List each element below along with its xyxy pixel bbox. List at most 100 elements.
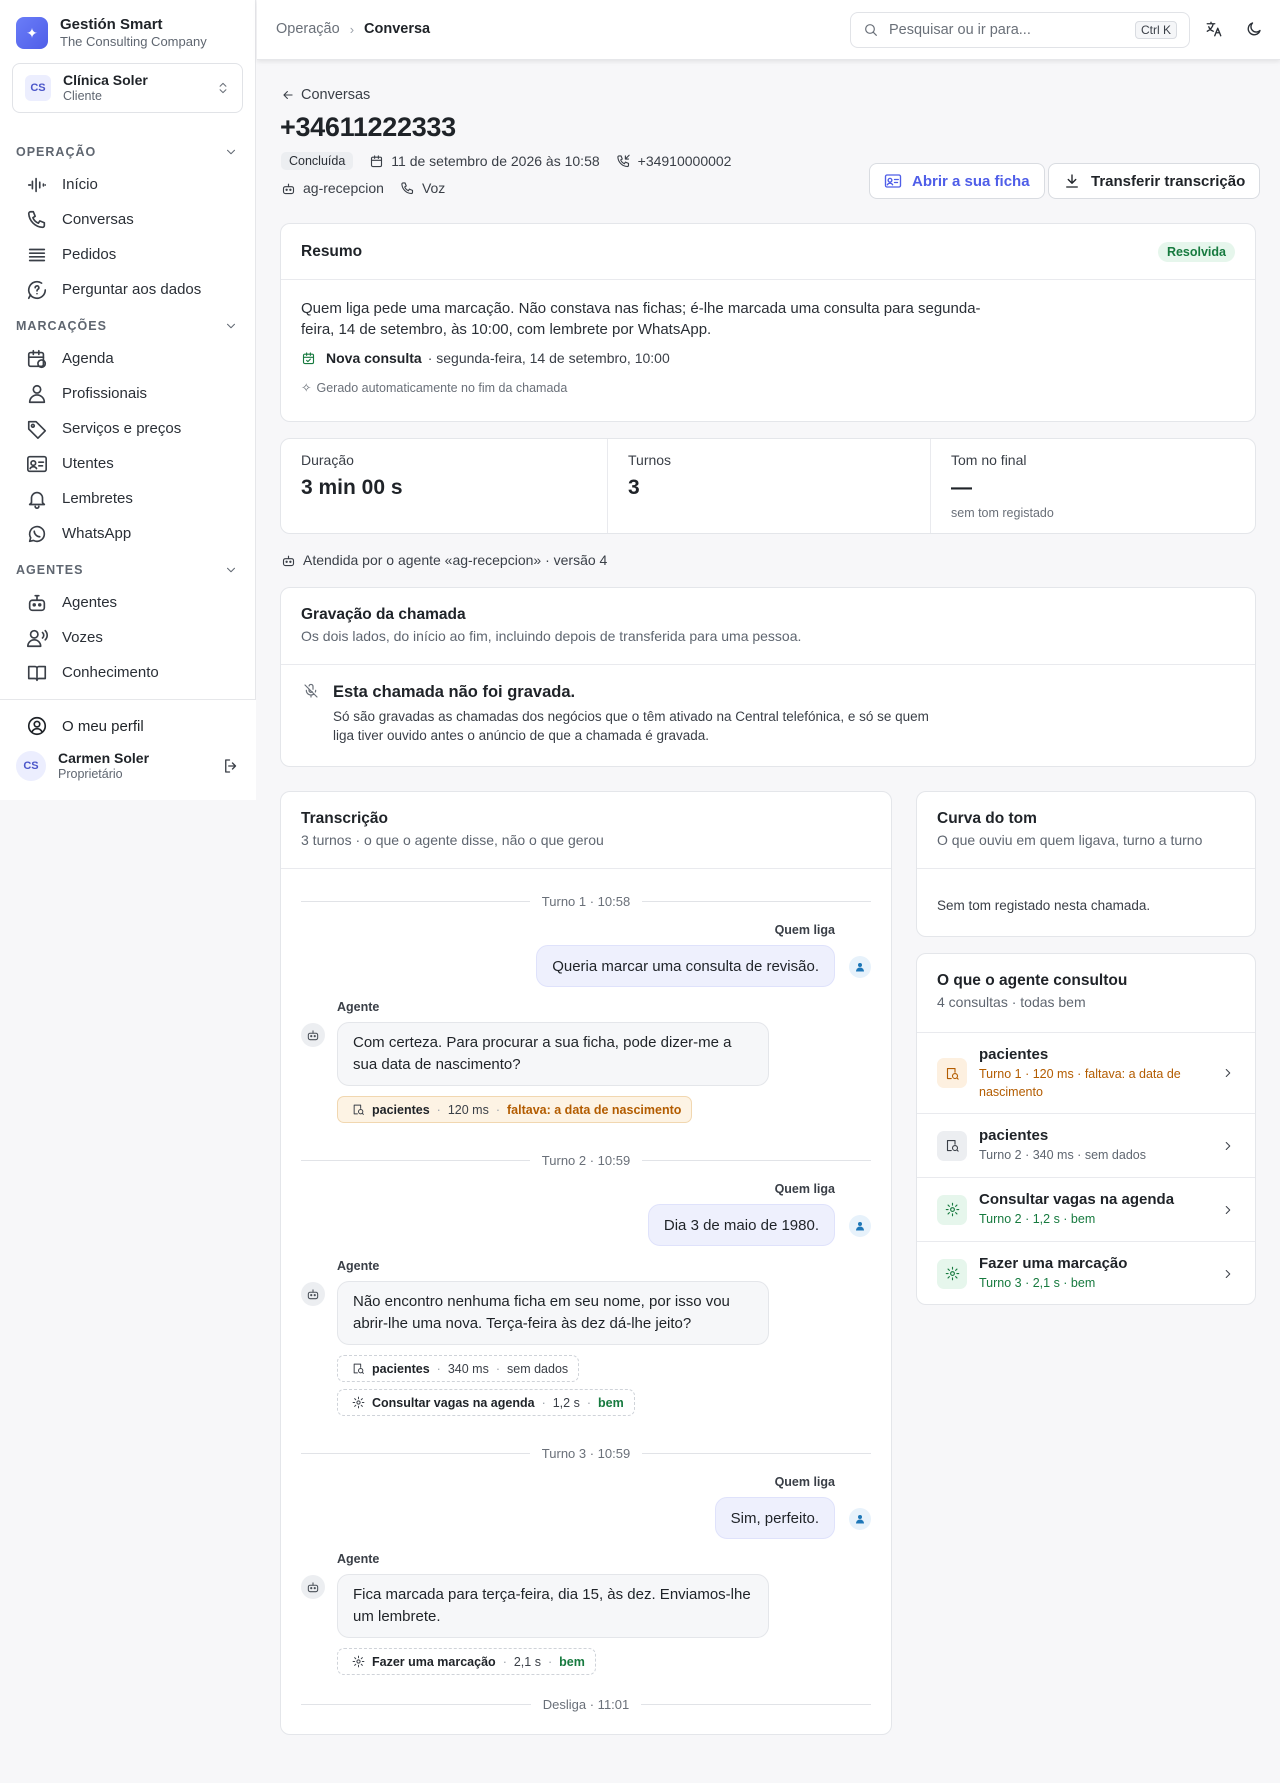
consult-item[interactable]: Fazer uma marcação Turno 3 · 2,1 s · bem	[917, 1241, 1255, 1304]
robot-icon	[282, 183, 295, 194]
consult-icon	[937, 1258, 967, 1289]
breadcrumb-operacao[interactable]: Operação	[276, 21, 340, 37]
recording-card: Gravação da chamada Os dois lados, do in…	[280, 587, 1256, 767]
new-appointment-detail: · segunda-feira, 14 de setembro, 10:00	[427, 350, 670, 366]
search-input[interactable]: Pesquisar ou ir para... Ctrl K	[850, 12, 1190, 48]
download-icon	[1066, 174, 1078, 188]
calendar-check-icon	[302, 351, 315, 364]
chevron-down-icon	[226, 149, 236, 155]
gear-icon	[945, 1266, 959, 1281]
back-label: Conversas	[301, 87, 371, 103]
consult-item[interactable]: pacientes Turno 1 · 120 ms · faltava: a …	[917, 1032, 1255, 1113]
theme-toggle-button[interactable]	[1245, 20, 1263, 38]
stat-duration: Duração 3 min 00 s	[281, 439, 608, 533]
search-record-icon	[946, 1067, 959, 1080]
agent-avatar	[301, 1575, 325, 1599]
tool-call[interactable]: pacientes · 340 ms · sem dados	[337, 1355, 580, 1382]
consults-header: O que o agente consultou 4 consultas · t…	[917, 954, 1255, 1032]
question-bubble-icon	[27, 280, 47, 299]
call-end-divider: Desliga · 11:01	[301, 1695, 872, 1713]
id-card-icon	[884, 174, 902, 188]
sidebar-item-servicos[interactable]: Serviços e preços	[0, 411, 256, 446]
sidebar-item-pedidos[interactable]: Pedidos	[0, 237, 256, 272]
tag-icon	[27, 420, 47, 439]
sidebar-item-agenda[interactable]: Agenda	[0, 341, 256, 376]
language-button[interactable]	[1205, 20, 1223, 38]
robot-icon	[307, 1582, 319, 1593]
agent-message: Com certeza. Para procurar a sua ficha, …	[337, 1022, 769, 1086]
section-operacao[interactable]: OPERAÇÃO	[0, 137, 256, 167]
consult-item[interactable]: Consultar vagas na agenda Turno 2 · 1,2 …	[917, 1177, 1255, 1241]
stat-sub: sem tom registado	[951, 506, 1054, 520]
topbar: Operação › Conversa Pesquisar ou ir para…	[257, 0, 1280, 60]
sidebar-item-lembretes[interactable]: Lembretes	[0, 481, 256, 516]
sidebar-item-label: Início	[62, 176, 98, 193]
sidebar-item-vozes[interactable]: Vozes	[0, 620, 256, 655]
consult-icon	[937, 1058, 967, 1088]
my-profile-label: O meu perfil	[62, 717, 144, 735]
tool-result: sem dados	[507, 1361, 569, 1376]
robot-icon	[307, 1030, 319, 1041]
transcript-card: Transcrição 3 turnos · o que o agente di…	[280, 791, 892, 1735]
id-card-icon	[27, 455, 47, 472]
sidebar-item-label: Profissionais	[62, 385, 148, 402]
client-switcher[interactable]: CS Clínica Soler Cliente	[12, 63, 243, 113]
attended-by: Atendida por o agente «ag-recepcion» · v…	[281, 552, 607, 568]
moon-icon	[1247, 22, 1261, 36]
tool-name: pacientes	[372, 1361, 430, 1376]
sidebar-item-conversas[interactable]: Conversas	[0, 202, 256, 237]
tone-card: Curva do tom O que ouviu em quem ligava,…	[916, 791, 1256, 937]
tool-call[interactable]: pacientes · 120 ms · faltava: a data de na…	[337, 1096, 693, 1123]
sidebar-item-whatsapp[interactable]: WhatsApp	[0, 516, 256, 551]
search-icon	[865, 24, 877, 36]
my-profile-link[interactable]: O meu perfil	[0, 712, 256, 740]
open-record-button[interactable]: Abrir a sua ficha	[869, 163, 1045, 199]
caller-message: Dia 3 de maio de 1980.	[647, 1204, 835, 1246]
brand-name: Gestión Smart	[60, 16, 163, 33]
breadcrumb: Operação › Conversa	[276, 21, 430, 37]
caller-message: Sim, perfeito.	[714, 1497, 835, 1539]
no-recording: Esta chamada não foi gravada. Só são gra…	[281, 665, 1255, 745]
resolved-badge: Resolvida	[1157, 241, 1235, 262]
caller-avatar	[849, 1215, 871, 1237]
sidebar-item-conhecimento[interactable]: Conhecimento	[0, 655, 256, 690]
status-badge: Concluída	[281, 152, 354, 170]
tool-time: 120 ms	[447, 1102, 489, 1117]
consult-detail: Turno 1 · 120 ms · faltava: a data de na…	[979, 1066, 1181, 1099]
sidebar-item-profissionais[interactable]: Profissionais	[0, 376, 256, 411]
consult-item[interactable]: pacientes Turno 2 · 340 ms · sem dados	[917, 1113, 1255, 1177]
transcript-title: Transcrição	[301, 810, 389, 827]
new-appointment: Nova consulta · segunda-feira, 14 de set…	[301, 350, 1235, 366]
tool-call[interactable]: Fazer uma marcação · 2,1 s · bem	[337, 1648, 596, 1675]
phone-icon	[27, 210, 46, 228]
section-marcacoes[interactable]: MARCAÇÕES	[0, 311, 256, 341]
section-agentes[interactable]: AGENTES	[0, 555, 256, 585]
recording-header: Gravação da chamada Os dois lados, do in…	[281, 588, 1255, 665]
agent-message: Não encontro nenhuma ficha em seu nome, …	[337, 1281, 769, 1345]
sidebar-item-agentes[interactable]: Agentes	[0, 585, 256, 620]
sidebar-item-label: Agenda	[62, 350, 114, 367]
arrow-left-icon	[283, 90, 293, 100]
agent-avatar	[301, 1282, 325, 1306]
section-title: AGENTES	[16, 563, 84, 577]
search-shortcut: Ctrl K	[1135, 21, 1177, 39]
tool-call[interactable]: Consultar vagas na agenda · 1,2 s · bem	[337, 1389, 635, 1416]
summary-header: Resumo Resolvida	[281, 224, 1255, 280]
consult-name: Consultar vagas na agenda	[979, 1191, 1175, 1208]
sidebar-footer: O meu perfil CS Carmen Soler Proprietári…	[0, 699, 256, 800]
sidebar-item-perguntar[interactable]: Perguntar aos dados	[0, 272, 256, 307]
brand[interactable]: ✦ Gestión Smart The Consulting Company	[16, 16, 207, 50]
download-transcript-button[interactable]: Transferir transcrição	[1048, 163, 1261, 199]
robot-icon	[307, 1289, 319, 1300]
sidebar-item-label: Utentes	[62, 455, 114, 472]
sidebar-item-utentes[interactable]: Utentes	[0, 446, 256, 481]
logout-icon	[225, 759, 237, 773]
logout-button[interactable]	[222, 757, 240, 775]
back-link[interactable]: Conversas	[281, 87, 370, 103]
download-label: Transferir transcrição	[1091, 172, 1246, 190]
sidebar-item-inicio[interactable]: Início	[0, 167, 256, 202]
client-name: Clínica Soler	[63, 72, 148, 88]
tool-name: Consultar vagas na agenda	[372, 1395, 535, 1410]
user-icon	[856, 963, 864, 972]
tool-name: Fazer uma marcação	[372, 1654, 496, 1669]
